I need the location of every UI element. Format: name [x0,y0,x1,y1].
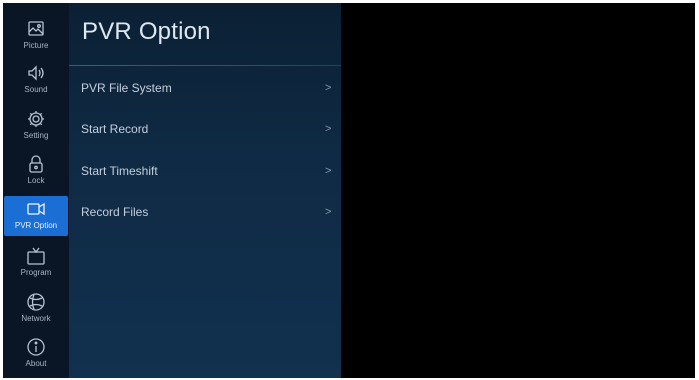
sidebar-item-label: Network [21,314,51,323]
sidebar-item-network[interactable]: Network [3,289,69,329]
sidebar-item-label: Setting [23,131,49,140]
sidebar-item-label: Program [20,268,52,277]
page-title: PVR Option [82,18,211,45]
chevron-right-icon: > [325,123,332,135]
lock-icon [25,153,47,175]
sidebar-item-label: Sound [24,85,48,94]
menu-item-label: Start Record [81,122,149,136]
video-preview-area [341,3,695,378]
tv-screen: Picture Sound Setting Lock PVR Option Pr… [3,3,695,378]
menu-item-start-record[interactable]: Start Record > [69,111,341,147]
menu-item-label: Start Timeshift [81,164,158,178]
sidebar-item-setting[interactable]: Setting [3,106,69,146]
menu-item-record-files[interactable]: Record Files > [69,194,341,230]
speaker-icon [25,62,47,84]
video-camera-icon [25,198,47,220]
sidebar-item-picture[interactable]: Picture [3,16,69,56]
chevron-right-icon: > [325,82,332,94]
title-divider [69,65,341,66]
sidebar-item-label: Lock [27,176,45,185]
sidebar-item-pvr-option[interactable]: PVR Option [4,196,68,236]
menu-item-pvr-file-system[interactable]: PVR File System > [69,70,341,106]
menu-item-label: Record Files [81,205,149,219]
menu-item-start-timeshift[interactable]: Start Timeshift > [69,153,341,189]
sidebar-item-label: About [25,359,47,368]
sidebar-item-lock[interactable]: Lock [3,151,69,191]
sidebar-item-label: Picture [23,41,49,50]
sidebar: Picture Sound Setting Lock PVR Option Pr… [3,3,69,378]
tv-icon [25,245,47,267]
sidebar-item-about[interactable]: About [3,334,69,374]
chevron-right-icon: > [325,165,332,177]
chevron-right-icon: > [325,206,332,218]
gear-icon [25,108,47,130]
pvr-option-panel: PVR Option PVR File System > Start Recor… [69,3,341,378]
sidebar-item-sound[interactable]: Sound [3,60,69,100]
sidebar-item-program[interactable]: Program [3,243,69,283]
picture-icon [25,18,47,40]
menu-item-label: PVR File System [81,81,172,95]
globe-icon [25,291,47,313]
sidebar-item-label: PVR Option [14,221,58,230]
info-icon [25,336,47,358]
